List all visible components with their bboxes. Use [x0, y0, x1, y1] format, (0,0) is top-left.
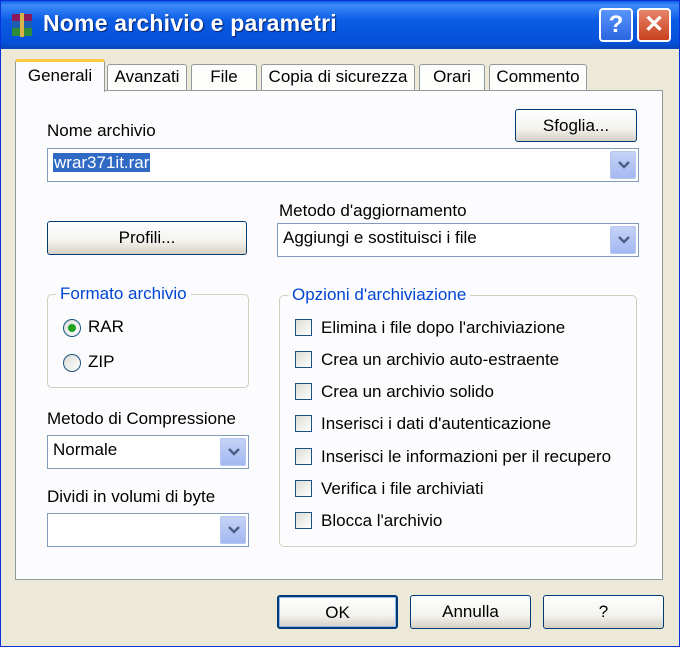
update-method-dropdown-button[interactable]: [610, 226, 636, 254]
update-method-select[interactable]: Aggiungi e sostituisci i file: [277, 223, 639, 257]
option-delete-files-label[interactable]: Elimina i file dopo l'archiviazione: [321, 318, 565, 338]
archiving-options-title: Opzioni d'archiviazione: [288, 285, 471, 305]
option-recovery-checkbox[interactable]: [295, 448, 312, 465]
archive-name-value[interactable]: wrar371it.rar: [53, 153, 151, 173]
option-lock-archive-checkbox[interactable]: [295, 512, 312, 529]
chevron-down-icon: [618, 236, 630, 244]
tab-orari[interactable]: Orari: [419, 64, 485, 91]
compression-label: Metodo di Compressione: [47, 409, 236, 428]
option-sfx-label[interactable]: Crea un archivio auto-estraente: [321, 350, 559, 370]
tab-commento[interactable]: Commento: [489, 64, 587, 91]
option-authenticity-label[interactable]: Inserisci i dati d'autenticazione: [321, 414, 551, 434]
split-volumes-dropdown-button[interactable]: [220, 516, 246, 544]
dialog-window: Nome archivio e parametri ? ✕ Generali A…: [0, 0, 680, 647]
format-rar-label[interactable]: RAR: [88, 317, 124, 337]
cancel-button[interactable]: Annulla: [410, 595, 531, 629]
option-authenticity-checkbox[interactable]: [295, 415, 312, 432]
chevron-down-icon: [228, 448, 240, 456]
browse-button[interactable]: Sfoglia...: [515, 109, 637, 142]
compression-dropdown-button[interactable]: [220, 438, 246, 466]
archive-format-title: Formato archivio: [56, 284, 191, 304]
option-solid-checkbox[interactable]: [295, 383, 312, 400]
title-help-button[interactable]: ?: [599, 8, 633, 42]
option-solid-label[interactable]: Crea un archivio solido: [321, 382, 494, 402]
split-volumes-label: Dividi in volumi di byte: [47, 487, 216, 506]
title-close-button[interactable]: ✕: [637, 8, 671, 42]
option-test-files-checkbox[interactable]: [295, 480, 312, 497]
archive-name-dropdown-button[interactable]: [610, 151, 636, 179]
format-zip-label[interactable]: ZIP: [88, 352, 114, 372]
tab-file[interactable]: File: [191, 64, 257, 91]
compression-value: Normale: [53, 440, 118, 459]
format-zip-radio[interactable]: [63, 354, 81, 372]
update-method-label: Metodo d'aggiornamento: [279, 201, 467, 220]
profiles-button[interactable]: Profili...: [47, 221, 247, 255]
chevron-down-icon: [228, 526, 240, 534]
split-volumes-combo[interactable]: [47, 513, 249, 547]
title-bar[interactable]: Nome archivio e parametri ? ✕: [1, 1, 679, 49]
radio-selected-dot: [68, 324, 76, 332]
archive-format-group: Formato archivio: [47, 284, 249, 388]
option-sfx-checkbox[interactable]: [295, 351, 312, 368]
tab-generali[interactable]: Generali: [15, 59, 105, 92]
tab-avanzati[interactable]: Avanzati: [107, 64, 187, 91]
archive-name-combo[interactable]: wrar371it.rar: [47, 148, 639, 182]
chevron-down-icon: [618, 161, 630, 169]
tab-copia-di-sicurezza[interactable]: Copia di sicurezza: [261, 64, 415, 91]
winrar-app-icon: [12, 13, 32, 37]
ok-button[interactable]: OK: [277, 595, 398, 629]
format-rar-radio[interactable]: [63, 319, 81, 337]
compression-select[interactable]: Normale: [47, 435, 249, 469]
option-delete-files-checkbox[interactable]: [295, 319, 312, 336]
update-method-value: Aggiungi e sostituisci i file: [283, 228, 477, 247]
option-recovery-label[interactable]: Inserisci le informazioni per il recuper…: [321, 447, 611, 467]
help-button[interactable]: ?: [543, 595, 664, 629]
option-lock-archive-label[interactable]: Blocca l'archivio: [321, 511, 442, 531]
window-title: Nome archivio e parametri: [43, 10, 337, 36]
archive-name-label: Nome archivio: [47, 121, 156, 140]
option-test-files-label[interactable]: Verifica i file archiviati: [321, 479, 484, 499]
